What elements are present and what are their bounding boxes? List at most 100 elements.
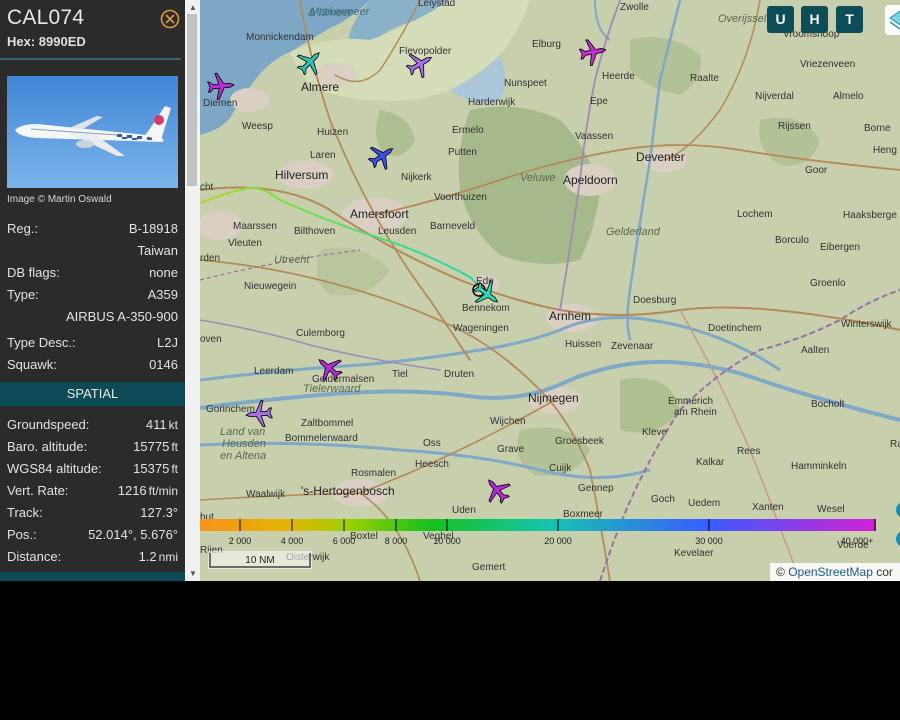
- legend-tick-label: 40 000+: [841, 536, 874, 546]
- svg-text:Druten: Druten: [444, 369, 474, 380]
- svg-text:Land van: Land van: [220, 426, 265, 438]
- svg-text:Diemen: Diemen: [203, 98, 237, 109]
- sidebar-scrollbar[interactable]: ▲ ▼: [185, 0, 200, 581]
- spatial-value: 1216 ft/min: [118, 483, 178, 498]
- svg-text:Kleve: Kleve: [642, 427, 667, 438]
- info-label: Type Desc.:: [7, 335, 76, 350]
- svg-text:Hamminkeln: Hamminkeln: [791, 461, 847, 472]
- svg-text:Groesbeek: Groesbeek: [555, 436, 605, 447]
- scroll-up-arrow-icon[interactable]: ▲: [189, 3, 197, 12]
- svg-text:Wesel: Wesel: [817, 504, 845, 515]
- svg-text:Goor: Goor: [805, 165, 828, 176]
- legend-tick-label: 10 000: [433, 536, 461, 546]
- svg-text:Monnickendam: Monnickendam: [246, 32, 314, 43]
- svg-text:Borculo: Borculo: [775, 235, 809, 246]
- info-value: AIRBUS A-350-900: [65, 309, 178, 324]
- svg-text:Nijkerk: Nijkerk: [401, 172, 433, 183]
- spatial-label: Distance:: [7, 549, 62, 564]
- spatial-number: 1216: [117, 483, 147, 498]
- spatial-value: 127.3°: [140, 505, 178, 520]
- svg-text:Raalte: Raalte: [690, 73, 719, 84]
- svg-text:Heng: Heng: [873, 145, 897, 156]
- app-window: CAL074 Hex: 8990ED Image © Martin Oswald…: [0, 0, 900, 581]
- header-divider: [0, 58, 181, 60]
- scroll-down-arrow-icon[interactable]: ▼: [189, 569, 197, 578]
- section-header-next[interactable]: [0, 572, 185, 581]
- svg-text:& IJmeer: & IJmeer: [308, 7, 353, 19]
- scale-label: 10 NM: [245, 555, 275, 566]
- attribution-contributors[interactable]: cor: [876, 565, 893, 579]
- scrollbar-thumb[interactable]: [187, 14, 197, 186]
- layers-icon[interactable]: [885, 5, 900, 35]
- svg-text:oven: oven: [200, 334, 222, 345]
- svg-text:en Altena: en Altena: [220, 450, 266, 462]
- spatial-number: 127.3°: [140, 505, 178, 520]
- aircraft-photo[interactable]: [7, 76, 178, 188]
- svg-text:Bommelerwaard: Bommelerwaard: [285, 433, 358, 444]
- spatial-number: 15775: [133, 439, 170, 454]
- photo-credit: Image © Martin Oswald: [7, 194, 112, 205]
- spatial-label: Baro. altitude:: [7, 439, 88, 454]
- spatial-unit: nmi: [158, 550, 178, 564]
- spatial-label: Track:: [7, 505, 43, 520]
- svg-text:Vleuten: Vleuten: [228, 238, 262, 249]
- svg-text:Almere: Almere: [301, 80, 339, 94]
- map-button-u[interactable]: U: [767, 6, 794, 33]
- svg-text:am Rhein: am Rhein: [674, 407, 717, 418]
- callsign-title: CAL074: [7, 6, 85, 29]
- legend-tick-label: 30 000: [695, 536, 723, 546]
- section-header-spatial[interactable]: SPATIAL: [0, 382, 185, 406]
- svg-text:Bocholt: Bocholt: [811, 399, 845, 410]
- svg-text:Gorinchem: Gorinchem: [206, 404, 255, 415]
- aircraft-info-panel: CAL074 Hex: 8990ED Image © Martin Oswald…: [0, 0, 185, 581]
- svg-text:Emmerich: Emmerich: [668, 396, 713, 407]
- svg-text:rden: rden: [200, 253, 220, 264]
- svg-text:Nijverdal: Nijverdal: [755, 91, 794, 102]
- svg-text:cht: cht: [200, 182, 214, 193]
- attribution-link[interactable]: OpenStreetMap: [788, 565, 873, 579]
- svg-text:Waalwijk: Waalwijk: [246, 489, 286, 500]
- info-value: Taiwan: [137, 243, 178, 258]
- svg-text:Borne: Borne: [864, 123, 891, 134]
- spatial-value: 15375 ft: [133, 461, 178, 476]
- svg-text:Goch: Goch: [651, 494, 675, 505]
- svg-text:Vaassen: Vaassen: [575, 131, 613, 142]
- svg-text:Haaksberge: Haaksberge: [843, 210, 897, 221]
- spatial-value: 1.2 nmi: [139, 549, 178, 564]
- svg-text:Laren: Laren: [310, 150, 336, 161]
- svg-text:Heusden: Heusden: [222, 438, 266, 450]
- info-label: Type:: [7, 287, 39, 302]
- svg-text:Lochem: Lochem: [737, 209, 773, 220]
- svg-text:Overijssel: Overijssel: [718, 13, 767, 25]
- hex-code: Hex: 8990ED: [7, 34, 86, 49]
- svg-text:Flevopolder: Flevopolder: [399, 46, 452, 57]
- spatial-unit: ft: [171, 440, 178, 454]
- svg-text:Nieuwegein: Nieuwegein: [244, 281, 296, 292]
- altitude-legend-labels: 2 000 4 000 6 000 8 000 10 000 20 000 30…: [229, 536, 874, 546]
- svg-text:Tielerwaard: Tielerwaard: [303, 383, 361, 395]
- svg-text:Wijchen: Wijchen: [490, 416, 526, 427]
- legend-tick-label: 6 000: [333, 536, 356, 546]
- svg-text:Weesp: Weesp: [242, 121, 273, 132]
- map-attribution: © OpenStreetMap cor: [770, 563, 900, 581]
- svg-text:Oss: Oss: [423, 438, 441, 449]
- map-button-t[interactable]: T: [836, 6, 863, 33]
- svg-text:Utrecht: Utrecht: [274, 254, 310, 266]
- svg-text:Huizen: Huizen: [317, 127, 348, 138]
- svg-text:Huissen: Huissen: [565, 339, 601, 350]
- svg-text:Putten: Putten: [448, 147, 477, 158]
- svg-text:Ra: Ra: [890, 439, 900, 450]
- map-view[interactable]: Markermeer & IJmeer Lelystad Zwolle Over…: [200, 0, 900, 581]
- close-icon[interactable]: [160, 9, 180, 29]
- svg-text:Bilthoven: Bilthoven: [294, 226, 335, 237]
- svg-text:Aalten: Aalten: [801, 345, 829, 356]
- svg-text:Maarssen: Maarssen: [233, 221, 277, 232]
- map-button-h[interactable]: H: [801, 6, 828, 33]
- map-canvas[interactable]: Markermeer & IJmeer Lelystad Zwolle Over…: [200, 0, 900, 581]
- info-value: A359: [147, 287, 178, 302]
- svg-text:Heerde: Heerde: [602, 71, 635, 82]
- scale-bar: 10 NM: [208, 551, 312, 569]
- legend-tick-label: 4 000: [281, 536, 304, 546]
- svg-text:Uden: Uden: [452, 505, 476, 516]
- spatial-number: 1.2: [138, 549, 157, 564]
